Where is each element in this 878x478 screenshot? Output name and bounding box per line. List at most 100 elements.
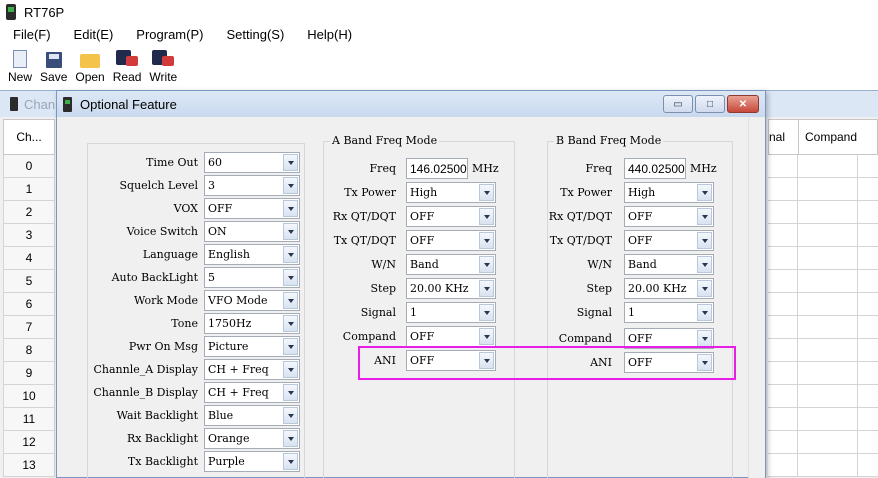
read-button[interactable]: Read xyxy=(113,48,141,88)
a-rx-qt-select[interactable]: OFF xyxy=(406,206,496,227)
chevron-down-icon[interactable] xyxy=(697,280,712,297)
b-step-select[interactable]: 20.00 KHz xyxy=(624,278,714,299)
wait-backlight-select[interactable]: Blue xyxy=(204,405,300,426)
chevron-down-icon[interactable] xyxy=(479,352,494,369)
channel-row-header[interactable]: 4 xyxy=(3,247,55,270)
menu-file[interactable]: File(F) xyxy=(0,24,61,46)
table-row[interactable] xyxy=(768,155,878,178)
a-compand-select[interactable]: OFF xyxy=(406,326,496,347)
dialog-title-bar[interactable]: Optional Feature ▭ □ ✕ xyxy=(57,91,765,117)
chevron-down-icon[interactable] xyxy=(479,280,494,297)
chevron-down-icon[interactable] xyxy=(283,407,298,424)
maximize-button[interactable]: □ xyxy=(695,95,725,113)
a-signal-select[interactable]: 1 xyxy=(406,302,496,323)
table-row[interactable] xyxy=(768,431,878,454)
chevron-down-icon[interactable] xyxy=(479,232,494,249)
table-row[interactable] xyxy=(768,270,878,293)
a-tx-power-select[interactable]: High xyxy=(406,182,496,203)
menu-program[interactable]: Program(P) xyxy=(123,24,213,46)
chevron-down-icon[interactable] xyxy=(697,184,712,201)
tx-backlight-select[interactable]: Purple xyxy=(204,451,300,472)
channel-row-header[interactable]: 9 xyxy=(3,362,55,385)
a-wn-select[interactable]: Band xyxy=(406,254,496,275)
vertical-scrollbar[interactable] xyxy=(748,117,765,478)
channel-row-header[interactable]: 2 xyxy=(3,201,55,224)
channel-row-header[interactable]: 3 xyxy=(3,224,55,247)
chevron-down-icon[interactable] xyxy=(697,256,712,273)
table-row[interactable] xyxy=(768,293,878,316)
chevron-down-icon[interactable] xyxy=(283,292,298,309)
menu-setting[interactable]: Setting(S) xyxy=(213,24,294,46)
signal-column-header[interactable]: nal xyxy=(769,120,799,154)
chevron-down-icon[interactable] xyxy=(283,361,298,378)
time-out-select[interactable]: 60 xyxy=(204,152,300,173)
save-button[interactable]: Save xyxy=(40,48,67,88)
channel-row-header[interactable]: 13 xyxy=(3,454,55,477)
chevron-down-icon[interactable] xyxy=(479,328,494,345)
compand-column-header[interactable]: Compand xyxy=(799,130,877,144)
pwr-on-msg-select[interactable]: Picture xyxy=(204,336,300,357)
chevron-down-icon[interactable] xyxy=(283,177,298,194)
chevron-down-icon[interactable] xyxy=(697,354,712,371)
channel-row-header[interactable]: 5 xyxy=(3,270,55,293)
chevron-down-icon[interactable] xyxy=(283,430,298,447)
minimize-button[interactable]: ▭ xyxy=(663,95,693,113)
a-step-select[interactable]: 20.00 KHz xyxy=(406,278,496,299)
chevron-down-icon[interactable] xyxy=(697,232,712,249)
channel-row-header[interactable]: 6 xyxy=(3,293,55,316)
table-row[interactable] xyxy=(768,224,878,247)
chevron-down-icon[interactable] xyxy=(479,184,494,201)
channel-row-header[interactable]: 0 xyxy=(3,155,55,178)
table-row[interactable] xyxy=(768,247,878,270)
rx-backlight-select[interactable]: Orange xyxy=(204,428,300,449)
b-compand-select[interactable]: OFF xyxy=(624,328,714,349)
chevron-down-icon[interactable] xyxy=(283,338,298,355)
menu-help[interactable]: Help(H) xyxy=(294,24,362,46)
chevron-down-icon[interactable] xyxy=(283,269,298,286)
table-row[interactable] xyxy=(768,339,878,362)
chevron-down-icon[interactable] xyxy=(283,200,298,217)
table-row[interactable] xyxy=(768,316,878,339)
b-freq-input[interactable]: 440.02500 xyxy=(624,158,686,179)
chevron-down-icon[interactable] xyxy=(283,223,298,240)
b-tx-power-select[interactable]: High xyxy=(624,182,714,203)
chevron-down-icon[interactable] xyxy=(283,384,298,401)
menu-edit[interactable]: Edit(E) xyxy=(61,24,124,46)
b-wn-select[interactable]: Band xyxy=(624,254,714,275)
table-row[interactable] xyxy=(768,385,878,408)
language-select[interactable]: English xyxy=(204,244,300,265)
chevron-down-icon[interactable] xyxy=(697,208,712,225)
b-tx-qt-select[interactable]: OFF xyxy=(624,230,714,251)
b-signal-select[interactable]: 1 xyxy=(624,302,714,323)
channel-b-display-select[interactable]: CH + Freq xyxy=(204,382,300,403)
chevron-down-icon[interactable] xyxy=(697,330,712,347)
close-button[interactable]: ✕ xyxy=(727,95,759,113)
channel-row-header[interactable]: 8 xyxy=(3,339,55,362)
vox-select[interactable]: OFF xyxy=(204,198,300,219)
channel-row-header[interactable]: 7 xyxy=(3,316,55,339)
channel-row-header[interactable]: 10 xyxy=(3,385,55,408)
channel-row-header[interactable]: 11 xyxy=(3,408,55,431)
chevron-down-icon[interactable] xyxy=(479,208,494,225)
table-row[interactable] xyxy=(768,408,878,431)
channel-a-display-select[interactable]: CH + Freq xyxy=(204,359,300,380)
channel-row-header[interactable]: 12 xyxy=(3,431,55,454)
squelch-level-select[interactable]: 3 xyxy=(204,175,300,196)
a-ani-select[interactable]: OFF xyxy=(406,350,496,371)
b-rx-qt-select[interactable]: OFF xyxy=(624,206,714,227)
chevron-down-icon[interactable] xyxy=(479,256,494,273)
table-row[interactable] xyxy=(768,201,878,224)
b-ani-select[interactable]: OFF xyxy=(624,352,714,373)
new-button[interactable]: New xyxy=(8,48,32,88)
channel-column-header[interactable]: Ch... xyxy=(3,119,55,155)
auto-backlight-select[interactable]: 5 xyxy=(204,267,300,288)
channel-row-header[interactable]: 1 xyxy=(3,178,55,201)
table-row[interactable] xyxy=(768,178,878,201)
chevron-down-icon[interactable] xyxy=(283,453,298,470)
voice-switch-select[interactable]: ON xyxy=(204,221,300,242)
table-row[interactable] xyxy=(768,362,878,385)
tone-select[interactable]: 1750Hz xyxy=(204,313,300,334)
chevron-down-icon[interactable] xyxy=(283,246,298,263)
table-row[interactable] xyxy=(768,454,878,477)
chevron-down-icon[interactable] xyxy=(283,315,298,332)
